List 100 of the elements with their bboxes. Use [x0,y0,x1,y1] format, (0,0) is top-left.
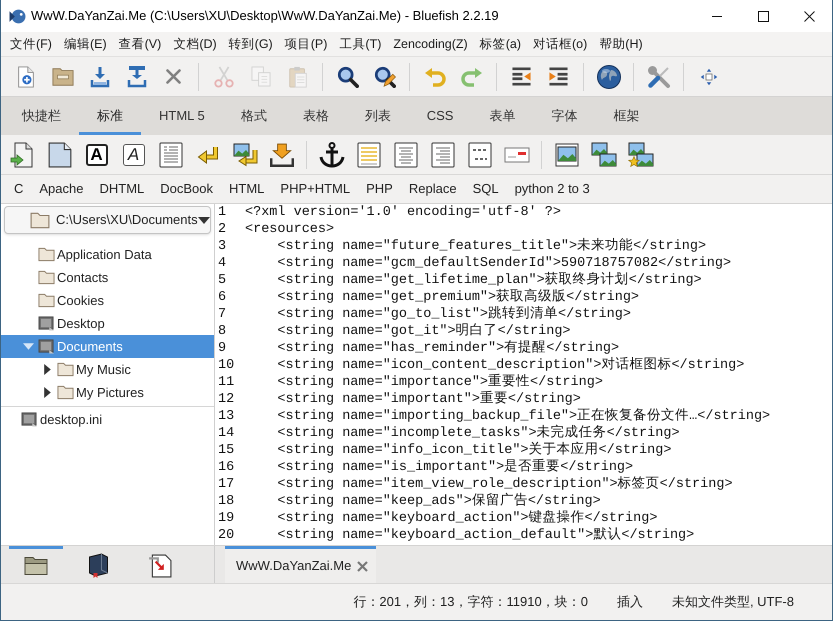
align-center-icon [394,142,418,168]
line-number: 9 [217,340,228,357]
line-number: 18 [217,493,236,510]
code-line: <string name="keyboard_action">键盘操作</string> [277,510,658,527]
custom-menu-item[interactable]: C [6,179,32,199]
ruled-page-icon [356,142,380,168]
screen-icon [38,316,55,331]
custom-menu-item[interactable]: python 2 to 3 [506,179,598,199]
tree-item[interactable]: Contacts [1,266,214,289]
path-dropdown[interactable]: C:\Users\XU\Documents [4,206,211,234]
screen-icon [38,339,55,354]
italic-letter-icon: A [122,144,144,166]
code-line: <string name="important">重要</string> [277,391,581,408]
menu-item[interactable]: 文件(F) [4,34,58,54]
code-line: <string name="get_lifetime_plan">获取终身计划</string> [277,272,702,288]
custom-menu-item[interactable]: Replace [400,179,465,199]
custom-menu-item[interactable]: DocBook [152,179,222,199]
line-number: 2 [217,221,228,238]
menu-item[interactable]: 对话框(o) [527,34,594,54]
file-item[interactable]: desktop.ini [1,408,214,431]
tree-item[interactable]: Application Data [1,243,214,266]
menu-item[interactable]: 转到(G) [222,34,279,54]
custom-menu-item[interactable]: PHP [358,179,401,199]
code-line: <string name="item_view_role_description">标签页</string> [277,476,733,492]
line-number: 4 [217,255,228,272]
folder-icon [38,293,55,308]
menu-item[interactable]: 编辑(E) [58,34,113,54]
tree-item[interactable]: Desktop [1,312,214,335]
images-star-icon [628,142,654,168]
indent-icon [548,67,569,86]
code-line: <string name="importance">重要性</string> [277,374,603,390]
insert-mode-text: 插入 [616,593,643,612]
custom-menu-item[interactable]: DHTML [91,179,152,199]
custom-menu-item[interactable]: Apache [31,179,92,199]
page-icon [48,142,72,168]
images-icon [590,142,616,168]
scissors-icon [212,66,234,88]
tree-item[interactable]: My Music [1,358,214,381]
close-icon[interactable] [357,560,368,572]
folder-icon [38,247,55,262]
line-number: 10 [217,357,236,374]
menu-item[interactable]: 帮助(H) [593,34,649,54]
window-title: WwW.DaYanZai.Me (C:\Users\XU\Desktop\WwW.DaYanZai.Me) - Bluefish 2.2.19 [31,7,499,26]
menu-item[interactable]: Zencoding(Z) [387,34,474,54]
menu-item[interactable]: 查看(V) [112,34,168,54]
menu-item[interactable]: 项目(P) [278,34,334,54]
code-line: <string name="is_important">是否重要</string> [277,459,634,476]
tab[interactable]: 快捷栏 [4,97,79,135]
bold-letter-icon: A [86,144,108,166]
folder-icon [52,66,74,86]
undo-icon [424,66,446,86]
save-as-icon [126,66,146,88]
new-file-icon [16,66,36,88]
folder-icon [30,212,50,228]
tab[interactable]: 格式 [222,97,285,135]
screen-icon [21,412,38,427]
comment-icon [468,142,492,168]
save-icon [90,66,110,88]
code-line: <string name="icon_content_description">对话框图标</string> [277,357,744,374]
menu-item[interactable]: 文档(D) [167,34,223,54]
document-tab[interactable]: WwW.DaYanZai.Me [225,546,376,583]
tab[interactable]: 表单 [471,97,534,135]
tray-arrow-icon [270,142,294,166]
expander-icon[interactable] [44,387,50,398]
custom-menu-item[interactable]: HTML [221,179,272,199]
toolbar-button[interactable]: A [115,138,152,172]
folder-icon [24,556,48,576]
tab[interactable]: 列表 [346,97,409,135]
tree-item[interactable]: Cookies [1,289,214,312]
tab[interactable]: 框架 [595,97,658,135]
book-icon [87,553,109,579]
code-line: <string name="importing_backup_file">正在恢复备份文件…</string> [277,408,770,424]
folder-icon [38,270,55,285]
page-arrow-icon [10,142,36,168]
tree-item[interactable]: My Pictures [1,381,214,404]
return-arrow-icon [196,144,220,164]
tab[interactable]: 字体 [533,97,596,135]
custom-menu-item[interactable]: SQL [464,179,507,199]
tab[interactable]: HTML 5 [141,97,223,135]
unindent-icon [511,67,532,86]
menu-item[interactable]: 标签(a) [474,34,527,54]
tab[interactable]: CSS [408,97,472,135]
line-number: 14 [217,425,236,442]
image-icon [554,142,578,166]
close-icon [166,69,181,84]
line-number: 19 [217,510,236,527]
search-pencil-icon [374,66,396,88]
menu-item[interactable]: 工具(T) [333,34,388,54]
toolbar-button[interactable]: A [78,138,115,172]
custom-menu-item[interactable]: PHP+HTML [272,179,358,199]
line-number: 5 [217,272,228,289]
code-line: <string name="got_it">明白了</string> [277,323,571,340]
folder-icon [57,362,74,377]
code-line: <string name="gcm_defaultSenderId">590718757082</string> [277,255,732,272]
expander-icon[interactable] [44,364,50,375]
line-number: 15 [217,442,236,459]
tab[interactable]: 表格 [284,97,347,135]
code-line: <string name="go_to_list">跳转到清单</string> [277,306,631,323]
code-line: <string name="has_reminder">有提醒</string> [277,340,620,357]
maximize-icon [758,10,768,22]
